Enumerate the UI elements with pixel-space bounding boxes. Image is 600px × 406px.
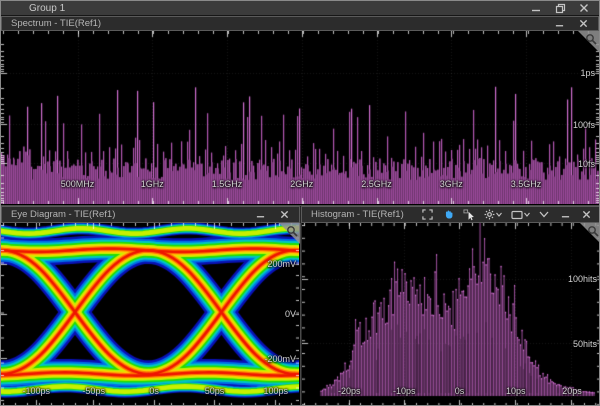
spectrum-close-button[interactable]: [576, 18, 590, 30]
zoom-corner-handle[interactable]: [279, 223, 300, 244]
magnifier-icon: [584, 32, 598, 46]
cursor-select-icon: [463, 209, 475, 221]
caret-down-icon: [496, 212, 502, 217]
spectrum-panel-title: Spectrum - TIE(Ref1): [11, 18, 101, 29]
close-icon: [280, 210, 289, 219]
close-icon: [579, 19, 588, 28]
eye-minimize-button[interactable]: [253, 209, 267, 221]
zoom-corner-handle[interactable]: [578, 31, 599, 52]
group-window-controls: [529, 2, 599, 14]
spectrum-trace[interactable]: [1, 31, 599, 204]
group-window-title: Group 1: [29, 3, 65, 14]
gear-icon: [484, 209, 495, 220]
settings-button[interactable]: [483, 209, 503, 221]
group-window: Group 1 Spectrum - TIE(Ref1): [0, 0, 600, 406]
group-close-button[interactable]: [577, 2, 591, 14]
histogram-titlebar[interactable]: Histogram - TIE(Ref1): [301, 206, 600, 223]
group-titlebar[interactable]: Group 1: [1, 1, 599, 16]
spectrum-panel-controls: [552, 18, 598, 30]
zoom-corner-handle[interactable]: [580, 223, 600, 244]
histogram-panel-title: Histogram - TIE(Ref1): [311, 209, 404, 220]
histogram-trace[interactable]: [302, 223, 600, 406]
minimize-icon: [555, 19, 564, 28]
close-icon: [579, 3, 589, 13]
minimize-icon: [561, 210, 570, 219]
group-minimize-button[interactable]: [529, 2, 543, 14]
hand-pan-icon: [443, 209, 454, 220]
chevron-down-icon: [539, 211, 549, 218]
collapse-toolbar-button[interactable]: [537, 209, 551, 221]
histogram-toolbar: [420, 209, 600, 221]
fit-to-view-button[interactable]: [420, 209, 434, 221]
pan-button[interactable]: [441, 209, 455, 221]
spectrum-titlebar[interactable]: Spectrum - TIE(Ref1): [1, 16, 599, 31]
eye-diagram-plot[interactable]: -100ps-50ps0s50ps100ps200mV0V-200mV: [1, 223, 301, 406]
minimize-icon: [531, 3, 541, 13]
close-icon: [582, 210, 591, 219]
histogram-plot[interactable]: -20ps-10ps0s10ps20ps100hits50hits: [302, 223, 600, 406]
histogram-minimize-button[interactable]: [558, 209, 572, 221]
box-select-cursor-button[interactable]: [462, 209, 476, 221]
magnifier-icon: [586, 224, 600, 238]
caret-down-icon: [524, 212, 530, 217]
display-window-icon: [511, 210, 523, 220]
eye-titlebar[interactable]: Eye Diagram - TIE(Ref1): [1, 206, 300, 223]
eye-panel-controls: [253, 209, 299, 221]
spectrum-plot[interactable]: 500MHz1GHz1.5GHz2GHz2.5GHz3GHz3.5GHz1ps1…: [1, 31, 599, 206]
display-mode-button[interactable]: [510, 209, 530, 221]
eye-close-button[interactable]: [277, 209, 291, 221]
minimize-icon: [256, 210, 265, 219]
group-restore-button[interactable]: [553, 2, 567, 14]
histogram-close-button[interactable]: [579, 209, 593, 221]
eye-diagram-trace[interactable]: [1, 223, 299, 406]
fit-to-view-icon: [422, 209, 433, 220]
spectrum-minimize-button[interactable]: [552, 18, 566, 30]
restore-icon: [555, 3, 566, 14]
spectrum-panel-header: Spectrum - TIE(Ref1): [1, 16, 599, 31]
histogram-panel-header: Histogram - TIE(Ref1): [301, 206, 600, 223]
eye-panel-header: Eye Diagram - TIE(Ref1): [1, 206, 300, 223]
eye-panel-title: Eye Diagram - TIE(Ref1): [11, 209, 115, 220]
magnifier-icon: [285, 224, 299, 238]
